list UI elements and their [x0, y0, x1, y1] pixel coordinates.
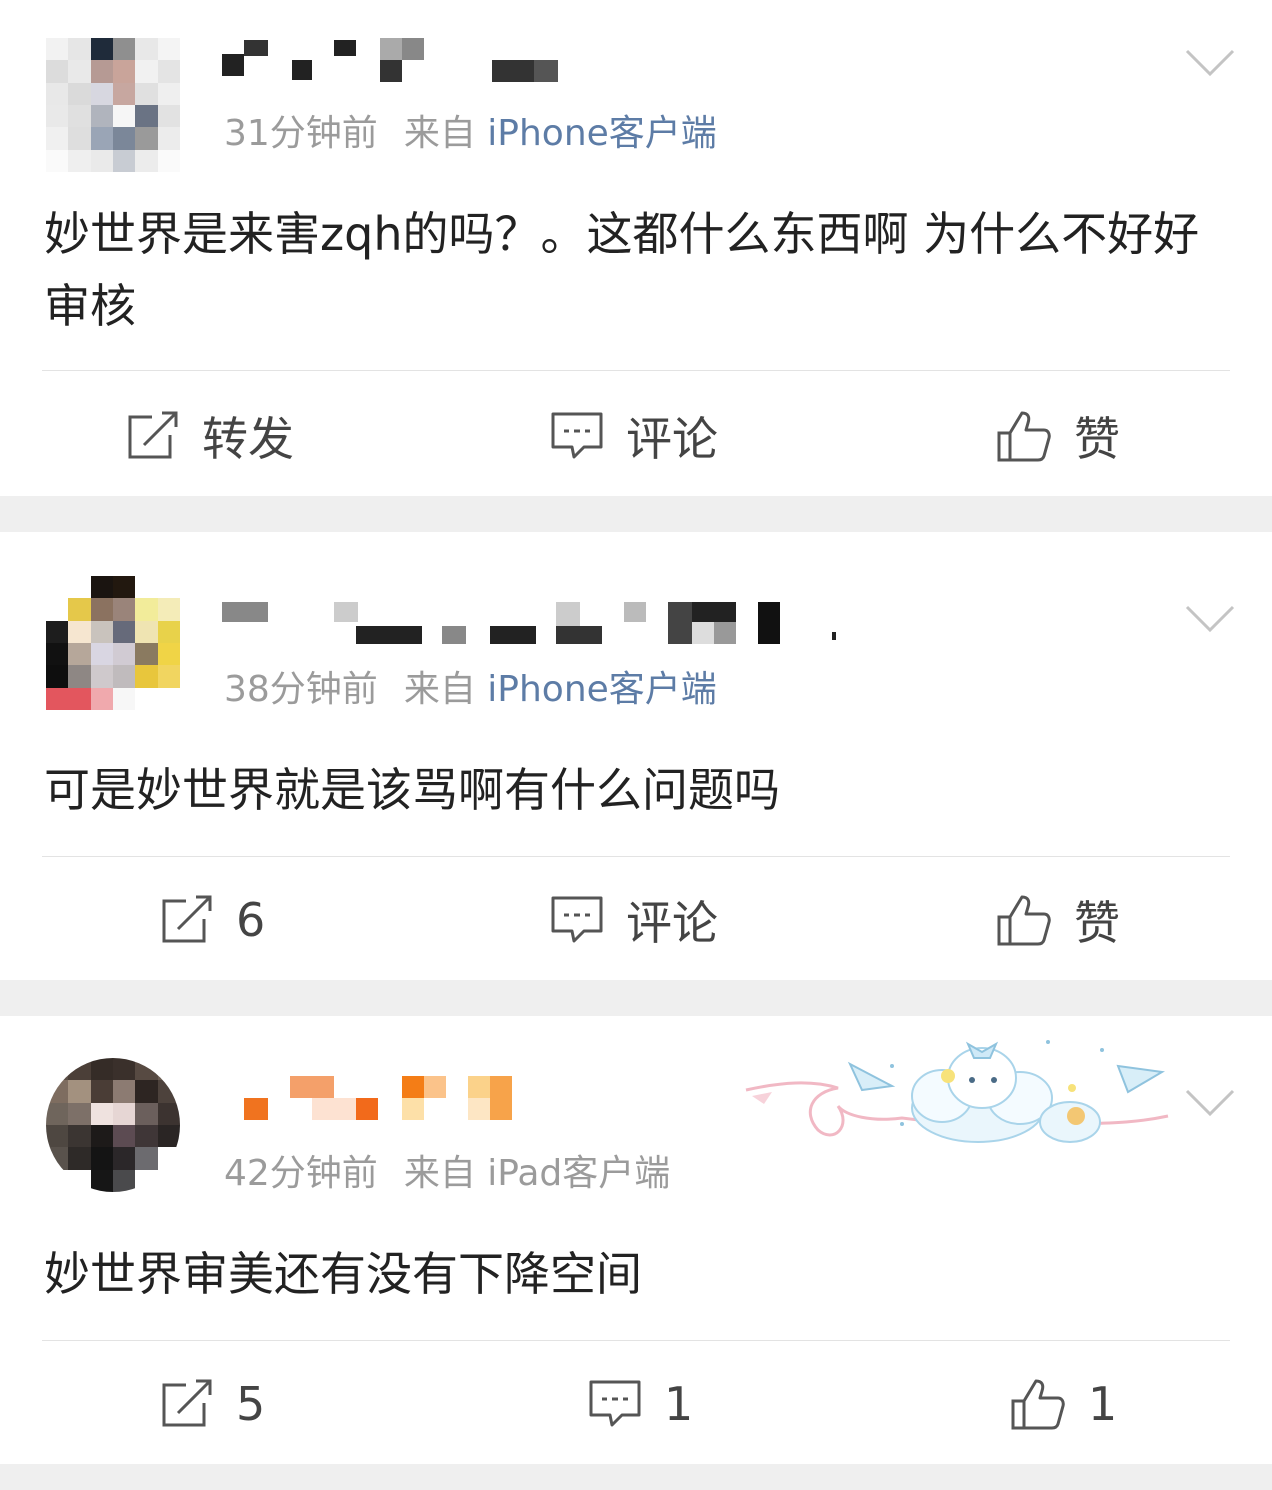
comment-label: 评论 [626, 896, 718, 950]
cloud-bunny-decoration [745, 1040, 1169, 1143]
source-link[interactable]: iPhone客户端 [487, 669, 717, 710]
comment-icon [551, 412, 603, 459]
repost-icon [162, 1379, 212, 1427]
source-prefix: 来自 [403, 669, 476, 710]
repost-count: 6 [236, 893, 266, 947]
like-label: 赞 [1074, 896, 1120, 950]
comment-text: 妙世界是来害zqh的吗？。这都什么东西啊 为什么不好好审核 [44, 207, 1200, 333]
thumbs-up-icon [997, 411, 1051, 462]
timestamp: 38分钟前 [224, 669, 378, 710]
username-obscured[interactable] [222, 38, 562, 88]
chevron-down-icon[interactable] [1184, 604, 1236, 634]
comment-card: 31分钟前 来自 iPhone客户端 妙世界是来害zqh的吗？。这都什么东西啊 为… [0, 0, 1272, 496]
timestamp: 42分钟前 [224, 1153, 378, 1194]
comment-label: 评论 [626, 412, 718, 466]
comment-card: 42分钟前 来自 iPad客户端 妙世界审美还有没有下降空间 5 1 1 [0, 1016, 1272, 1464]
action-bar: 5 1 1 [0, 1344, 1272, 1464]
comment-text: 可是妙世界就是该骂啊有什么问题吗 [44, 763, 780, 817]
thumbs-up-icon [1011, 1379, 1065, 1430]
card-separator [0, 496, 1272, 532]
like-button[interactable]: 1 [1010, 1344, 1117, 1464]
like-count: 1 [1088, 1377, 1118, 1431]
repost-icon [162, 895, 212, 943]
source-link[interactable]: iPhone客户端 [487, 113, 717, 154]
repost-count: 5 [236, 1377, 266, 1431]
source-prefix: 来自 [403, 113, 476, 154]
comment-text: 妙世界审美还有没有下降空间 [44, 1247, 642, 1301]
comment-meta: 38分钟前 来自 iPhone客户端 [224, 668, 717, 712]
comment-icon [589, 1380, 641, 1427]
comment-meta: 42分钟前 来自 iPad客户端 [224, 1152, 670, 1196]
avatar[interactable] [46, 38, 180, 172]
comment-button[interactable]: 评论 [550, 376, 718, 496]
repost-label: 转发 [202, 412, 294, 466]
divider [42, 370, 1230, 371]
comment-button[interactable]: 评论 [550, 860, 718, 980]
action-bar: 6 评论 赞 [0, 860, 1272, 980]
comment-button[interactable]: 1 [588, 1344, 693, 1464]
comment-count: 1 [664, 1377, 694, 1431]
repost-button[interactable]: 6 [160, 860, 265, 980]
username-obscured[interactable] [222, 602, 862, 652]
avatar[interactable] [46, 576, 180, 710]
like-label: 赞 [1074, 412, 1120, 466]
repost-button[interactable]: 5 [160, 1344, 265, 1464]
comment-meta: 31分钟前 来自 iPhone客户端 [224, 112, 717, 156]
timestamp: 31分钟前 [224, 113, 378, 154]
repost-icon [128, 411, 178, 459]
comment-card: 38分钟前 来自 iPhone客户端 可是妙世界就是该骂啊有什么问题吗 6 评论… [0, 532, 1272, 980]
comment-icon [551, 896, 603, 943]
action-bar: 转发 评论 赞 [0, 376, 1272, 496]
username-obscured[interactable] [222, 1072, 522, 1122]
like-button[interactable]: 赞 [996, 860, 1120, 980]
comment-feed: 31分钟前 来自 iPhone客户端 妙世界是来害zqh的吗？。这都什么东西啊 为… [0, 0, 1272, 1464]
thumbs-up-icon [997, 895, 1051, 946]
chevron-down-icon[interactable] [1184, 1088, 1236, 1118]
like-button[interactable]: 赞 [996, 376, 1120, 496]
source-prefix: 来自 [403, 1153, 476, 1194]
repost-button[interactable]: 转发 [126, 376, 294, 496]
avatar[interactable] [46, 1058, 180, 1192]
card-separator [0, 980, 1272, 1016]
divider [42, 1340, 1230, 1341]
source-link[interactable]: iPad客户端 [487, 1153, 670, 1194]
divider [42, 856, 1230, 857]
chevron-down-icon[interactable] [1184, 48, 1236, 78]
